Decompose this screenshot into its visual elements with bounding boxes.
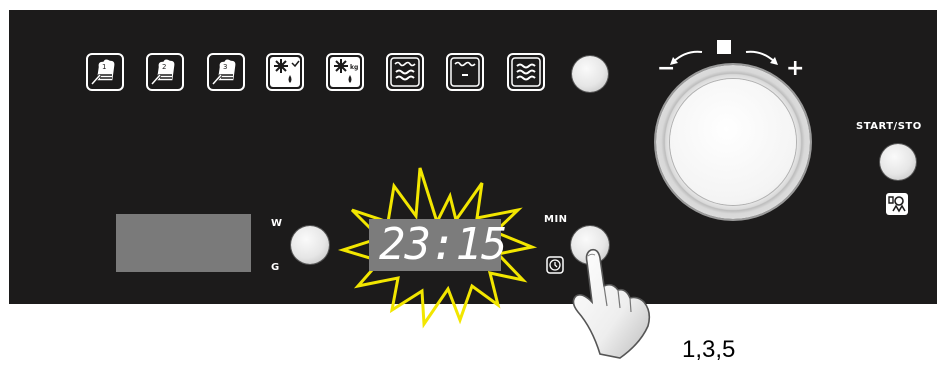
weight-label-g: G (271, 262, 280, 273)
chef-hat-2-icon[interactable]: 2 (146, 53, 184, 91)
dial-plus-label: + (786, 56, 805, 81)
weight-label-w: W (271, 218, 283, 229)
dial-indicator-square (717, 40, 731, 54)
grill-combination-icon[interactable] (507, 53, 545, 91)
child-lock-icon (886, 193, 908, 215)
dial-face (670, 79, 796, 205)
grill-top-icon[interactable] (386, 53, 424, 91)
svg-text:2: 2 (162, 63, 166, 71)
weight-button[interactable] (291, 226, 329, 264)
program-select-button[interactable] (572, 56, 608, 92)
min-button-label: MIN (544, 214, 568, 225)
chef-hat-1-icon[interactable]: 1 (86, 53, 124, 91)
time-power-dial[interactable] (656, 65, 810, 219)
chef-hat-3-icon[interactable]: 3 (207, 53, 245, 91)
pointing-hand-icon (572, 248, 651, 359)
defrost-time-icon[interactable]: kg (326, 53, 364, 91)
svg-text:1: 1 (102, 63, 106, 71)
start-stop-button[interactable] (880, 144, 916, 180)
dial-minus-label: − (657, 56, 676, 81)
oven-control-illustration: 1 2 3 kg − + START/STO W G 23:15 MIN 1,3… (0, 0, 937, 372)
start-stop-label: START/STO (856, 121, 922, 132)
weight-display (116, 214, 251, 272)
grill-single-icon[interactable] (446, 53, 484, 91)
time-display-value: 23:15 (379, 219, 507, 270)
svg-text:3: 3 (223, 63, 227, 71)
steps-caption: 1,3,5 (682, 336, 736, 363)
svg-text:kg: kg (350, 64, 358, 71)
defrost-weight-icon[interactable] (266, 53, 304, 91)
